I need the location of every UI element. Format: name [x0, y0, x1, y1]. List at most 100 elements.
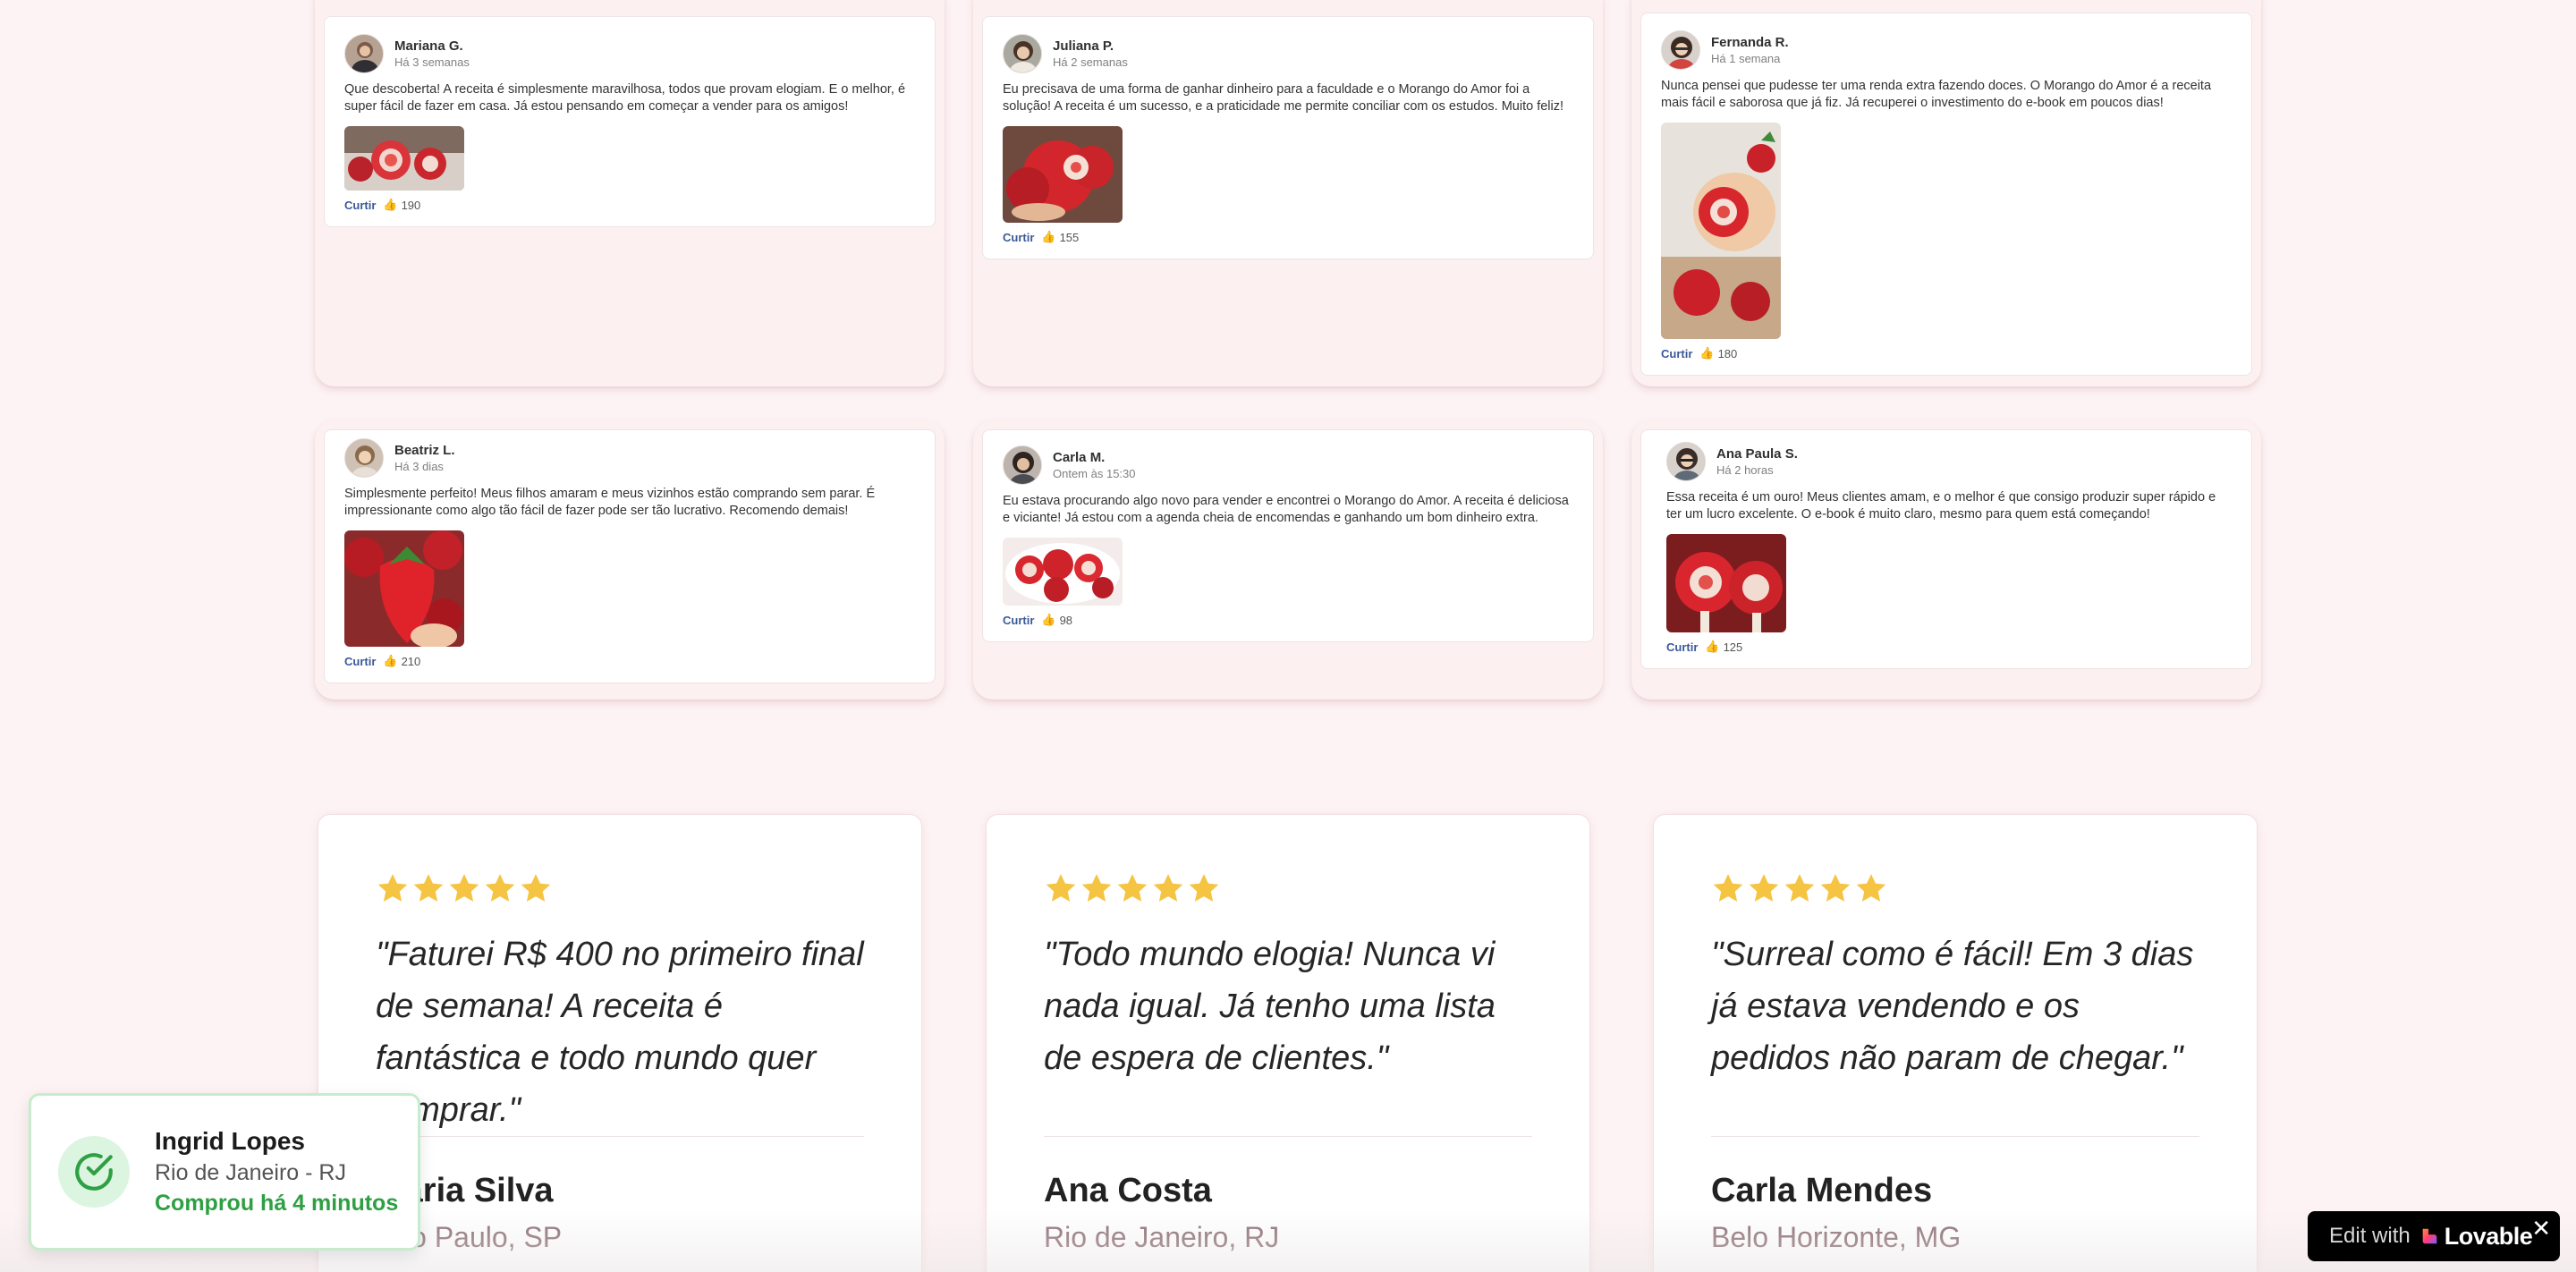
- like-count: 190: [401, 198, 421, 212]
- star-icon: [1046, 874, 1076, 902]
- post: Mariana G. Há 3 semanas Que descoberta! …: [324, 16, 936, 227]
- testimonial-quote: "Surreal como é fácil! Em 3 dias já esta…: [1711, 936, 2194, 1077]
- post-image[interactable]: [1003, 538, 1123, 606]
- avatar: [1003, 445, 1042, 485]
- post-author: Carla M.: [1053, 450, 1106, 465]
- avatar: [344, 438, 384, 478]
- post-author: Mariana G.: [394, 38, 463, 54]
- avatar: [1003, 34, 1042, 73]
- post: Fernanda R. Há 1 semana Nunca pensei que…: [1640, 13, 2252, 376]
- post-image[interactable]: [344, 126, 464, 191]
- avatar: [344, 34, 384, 73]
- like-count: 125: [1723, 640, 1743, 654]
- post-time: Há 3 dias: [394, 460, 444, 473]
- testimonial-author: Carla Mendes: [1711, 1172, 1933, 1209]
- post-time: Há 1 semana: [1711, 52, 1781, 65]
- edit-label: Edit with: [2329, 1224, 2411, 1248]
- star-icon: [1117, 874, 1148, 902]
- avatar: [1661, 30, 1700, 70]
- post-image[interactable]: [344, 530, 464, 647]
- post-text: Que descoberta! A receita é simplesmente…: [344, 82, 906, 114]
- thumbs-up-icon: 👍: [1041, 613, 1056, 626]
- star-icon: [1784, 874, 1815, 902]
- like-button[interactable]: Curtir: [1003, 231, 1034, 244]
- star-icon: [521, 874, 551, 902]
- purchase-time: Comprou há 4 minutos: [155, 1191, 399, 1216]
- post-text: Nunca pensei que pudesse ter uma renda e…: [1661, 79, 2212, 110]
- check-circle-icon: [58, 1136, 130, 1208]
- testimonial-author: Maria Silva: [376, 1172, 554, 1209]
- post-text: Eu estava procurando algo novo para vend…: [1003, 494, 1569, 525]
- like-button[interactable]: Curtir: [1003, 614, 1034, 627]
- post-card-6: Ana Paula S. Há 2 horas Essa receita é u…: [1631, 420, 2261, 700]
- post: Beatriz L. Há 3 dias Simplesmente perfei…: [324, 429, 936, 683]
- like-button[interactable]: Curtir: [344, 199, 376, 212]
- thumbs-up-icon: 👍: [1705, 640, 1720, 653]
- buyer-city: Rio de Janeiro - RJ: [155, 1160, 346, 1185]
- post-time: Há 2 semanas: [1053, 55, 1128, 69]
- star-icon: [1856, 874, 1886, 902]
- post-image[interactable]: [1003, 126, 1123, 223]
- testimonial-card-2: "Todo mundo elogia! Nunca vi nada igual.…: [986, 814, 1590, 1272]
- star-icon: [1749, 874, 1779, 902]
- post-card-2: Juliana P. Há 2 semanas Eu precisava de …: [973, 0, 1603, 386]
- lovable-logo-icon: [2422, 1228, 2436, 1244]
- close-icon[interactable]: ✕: [2531, 1215, 2551, 1242]
- rating-stars: [1711, 870, 2199, 906]
- post-time: Há 2 horas: [1716, 463, 1774, 477]
- edit-with-lovable-badge[interactable]: Edit with Lovable ✕: [2308, 1211, 2560, 1261]
- testimonial-location: Rio de Janeiro, RJ: [1044, 1221, 1280, 1253]
- thumbs-up-icon: 👍: [1699, 346, 1715, 360]
- testimonial-location: Belo Horizonte, MG: [1711, 1221, 1962, 1253]
- divider: [1044, 1136, 1532, 1137]
- rating-stars: [376, 870, 864, 906]
- testimonial-location: São Paulo, SP: [376, 1221, 563, 1253]
- testimonial-quote: "Todo mundo elogia! Nunca vi nada igual.…: [1044, 936, 1496, 1077]
- post-time: Há 3 semanas: [394, 55, 470, 69]
- like-button[interactable]: Curtir: [1661, 347, 1692, 360]
- post-card-3: Fernanda R. Há 1 semana Nunca pensei que…: [1631, 0, 2261, 386]
- star-icon: [413, 874, 444, 902]
- thumbs-up-icon: 👍: [1041, 230, 1056, 243]
- post-card-1: Mariana G. Há 3 semanas Que descoberta! …: [315, 0, 945, 386]
- post-time: Ontem às 15:30: [1053, 467, 1136, 480]
- post-author: Fernanda R.: [1711, 35, 1789, 50]
- post-card-5: Carla M. Ontem às 15:30 Eu estava procur…: [973, 420, 1603, 700]
- star-icon: [1820, 874, 1851, 902]
- post-text: Eu precisava de uma forma de ganhar dinh…: [1003, 82, 1564, 114]
- post-author: Juliana P.: [1053, 38, 1114, 54]
- star-icon: [1713, 874, 1743, 902]
- testimonial-author: Ana Costa: [1044, 1172, 1212, 1209]
- post: Carla M. Ontem às 15:30 Eu estava procur…: [982, 429, 1594, 642]
- post: Juliana P. Há 2 semanas Eu precisava de …: [982, 16, 1594, 259]
- star-icon: [377, 874, 408, 902]
- testimonial-card-3: "Surreal como é fácil! Em 3 dias já esta…: [1653, 814, 2258, 1272]
- purchase-notification[interactable]: Ingrid Lopes Rio de Janeiro - RJ Comprou…: [29, 1093, 420, 1251]
- testimonial-quote: "Faturei R$ 400 no primeiro final de sem…: [376, 936, 864, 1129]
- post-author: Ana Paula S.: [1716, 446, 1798, 462]
- thumbs-up-icon: 👍: [383, 198, 398, 211]
- post-text: Essa receita é um ouro! Meus clientes am…: [1666, 490, 2216, 522]
- like-count: 98: [1059, 613, 1073, 627]
- buyer-name: Ingrid Lopes: [155, 1127, 305, 1155]
- star-icon: [1189, 874, 1219, 902]
- post-image[interactable]: [1666, 534, 1786, 632]
- star-icon: [485, 874, 515, 902]
- post-card-4: Beatriz L. Há 3 dias Simplesmente perfei…: [315, 420, 945, 700]
- like-count: 210: [401, 654, 421, 668]
- like-count: 155: [1059, 230, 1080, 244]
- divider: [376, 1136, 864, 1137]
- like-count: 180: [1717, 346, 1738, 360]
- divider: [1711, 1136, 2199, 1137]
- lovable-brand: Lovable: [2444, 1222, 2533, 1250]
- avatar: [1666, 442, 1706, 481]
- like-button[interactable]: Curtir: [344, 655, 376, 668]
- star-icon: [449, 874, 479, 902]
- post-image[interactable]: [1661, 123, 1781, 339]
- like-button[interactable]: Curtir: [1666, 640, 1698, 654]
- star-icon: [1081, 874, 1112, 902]
- thumbs-up-icon: 👍: [383, 654, 398, 667]
- post-text: Simplesmente perfeito! Meus filhos amara…: [344, 487, 876, 518]
- post-author: Beatriz L.: [394, 443, 455, 458]
- star-icon: [1153, 874, 1183, 902]
